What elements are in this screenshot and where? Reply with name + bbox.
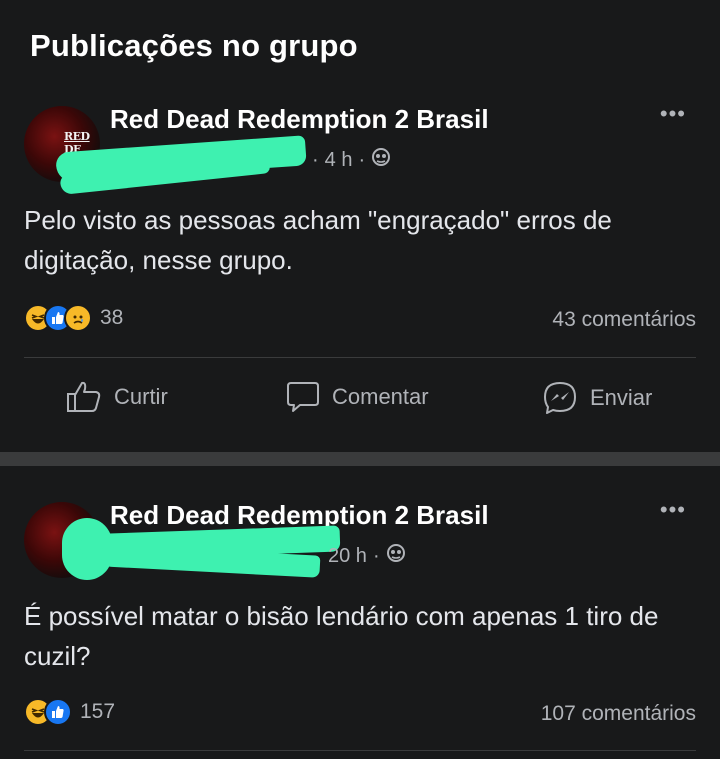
like-label: Curtir (114, 384, 168, 409)
meta-dot: · (372, 544, 380, 567)
send-label: Enviar (590, 385, 653, 410)
more-options-button[interactable]: ••• (660, 499, 686, 521)
globe-icon (371, 147, 391, 173)
globe-icon (386, 543, 406, 569)
reaction-summary[interactable]: 38 (24, 304, 123, 332)
post-meta: · 4 h · (312, 147, 391, 173)
divider (24, 750, 696, 751)
meta-dot: · (358, 148, 366, 171)
thumbs-up-icon (66, 380, 102, 414)
post-meta: 20 h · (328, 543, 406, 569)
post-text: Pelo visto as pessoas acham "engraçado" … (24, 205, 612, 275)
comment-label: Comentar (332, 384, 429, 409)
more-options-button[interactable]: ••• (660, 103, 686, 125)
post-text: É possível matar o bisão lendário com ap… (24, 601, 659, 671)
reaction-summary[interactable]: 157 (24, 698, 115, 726)
comments-count-link[interactable]: 43 comentários (552, 308, 696, 332)
post-separator (0, 452, 720, 466)
comments-count-link[interactable]: 107 comentários (541, 702, 696, 726)
comment-icon (286, 380, 320, 414)
sad-icon (64, 304, 92, 332)
post-time[interactable]: 20 h (328, 545, 367, 568)
group-post: Red Dead Redemption 2 Brasil 20 h · ••• … (0, 488, 720, 759)
post-time[interactable]: 4 h (325, 149, 353, 172)
group-post: RED DE Red Dead Redemption 2 Brasil · 4 … (0, 92, 720, 452)
group-name-link[interactable]: Red Dead Redemption 2 Brasil (110, 104, 489, 135)
reactions-count: 157 (80, 700, 116, 723)
like-icon (44, 698, 72, 726)
section-title: Publicações no grupo (30, 28, 358, 63)
post-actions-bar: Curtir Comentar Enviar (0, 380, 720, 420)
send-button[interactable]: Enviar (542, 380, 652, 416)
reactions-count: 38 (100, 306, 124, 329)
comment-button[interactable]: Comentar (286, 380, 429, 414)
like-button[interactable]: Curtir (66, 380, 168, 414)
messenger-icon (542, 380, 578, 416)
meta-dot: · (312, 148, 319, 171)
divider (24, 357, 696, 358)
